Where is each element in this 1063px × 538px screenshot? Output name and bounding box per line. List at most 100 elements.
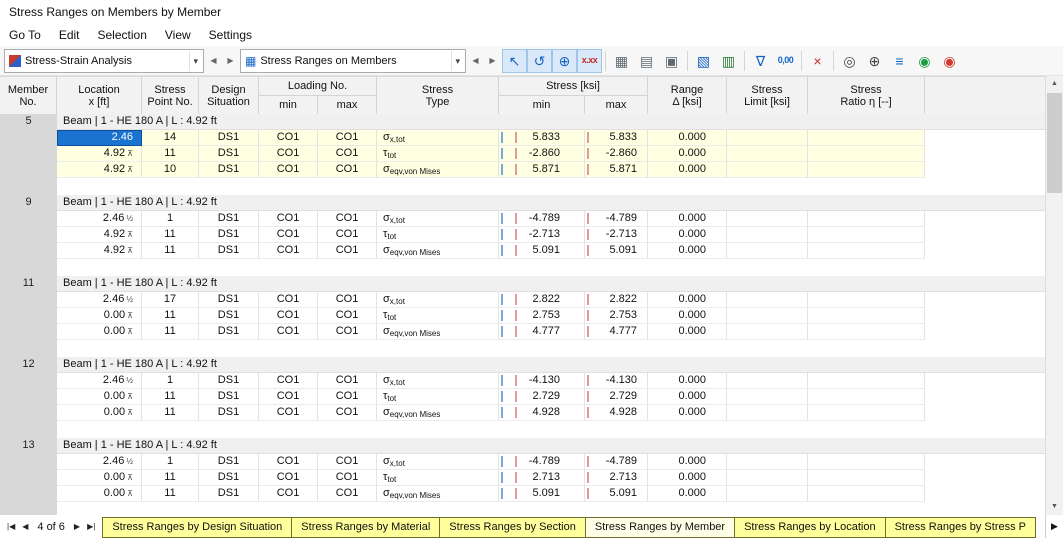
design-situation-cell[interactable]: DS1 xyxy=(199,243,259,259)
member-number-cell[interactable]: 13 xyxy=(0,438,57,454)
table-next-button[interactable]: ▶ xyxy=(485,50,500,72)
location-cell[interactable]: 0.00 ⊼ xyxy=(57,324,142,340)
stress-max-cell[interactable]: -2.860 xyxy=(585,146,648,162)
print-preview-button[interactable]: ▤ xyxy=(634,49,659,73)
loading-min-cell[interactable]: CO1 xyxy=(259,454,318,470)
stress-point-cell[interactable]: 11 xyxy=(142,146,199,162)
stress-point-cell[interactable]: 11 xyxy=(142,227,199,243)
loading-max-cell[interactable]: CO1 xyxy=(318,470,377,486)
menu-item-edit[interactable]: Edit xyxy=(50,24,89,46)
stress-ratio-cell[interactable] xyxy=(808,130,925,146)
loading-min-cell[interactable]: CO1 xyxy=(259,162,318,178)
range-cell[interactable]: 0.000 xyxy=(648,227,727,243)
stress-point-cell[interactable]: 14 xyxy=(142,130,199,146)
last-table-button[interactable]: ▶| xyxy=(84,517,98,537)
stress-type-cell[interactable]: σx,tot xyxy=(377,373,499,389)
stress-limit-cell[interactable] xyxy=(727,243,808,259)
range-cell[interactable]: 0.000 xyxy=(648,405,727,421)
design-situation-cell[interactable]: DS1 xyxy=(199,470,259,486)
loading-max-cell[interactable]: CO1 xyxy=(318,486,377,502)
loading-max-cell[interactable]: CO1 xyxy=(318,389,377,405)
range-cell[interactable]: 0.000 xyxy=(648,162,727,178)
stress-ratio-cell[interactable] xyxy=(808,308,925,324)
table-row[interactable]: 2.46 ½ 1 DS1 CO1 CO1 σx,tot -4.789 -4.789 0.000 xyxy=(0,454,1046,470)
member-number-cell[interactable]: 12 xyxy=(0,357,57,373)
location-cell[interactable]: 0.00 ⊼ xyxy=(57,389,142,405)
stress-limit-cell[interactable] xyxy=(727,373,808,389)
range-cell[interactable]: 0.000 xyxy=(648,324,727,340)
loading-max-cell[interactable]: CO1 xyxy=(318,162,377,178)
stress-limit-cell[interactable] xyxy=(727,162,808,178)
stress-max-cell[interactable]: 5.091 xyxy=(585,486,648,502)
scrollbar-thumb[interactable] xyxy=(1047,93,1062,193)
stress-type-cell[interactable]: σeqv,von Mises xyxy=(377,162,499,178)
stress-limit-cell[interactable] xyxy=(727,292,808,308)
range-cell[interactable]: 0.000 xyxy=(648,470,727,486)
stress-ratio-cell[interactable] xyxy=(808,243,925,259)
table-row[interactable]: 2.46 14 DS1 CO1 CO1 σx,tot 5.833 5.833 0.000 xyxy=(0,130,1046,146)
stress-min-cell[interactable]: 5.091 xyxy=(499,486,585,502)
table-row[interactable]: 0.00 ⊼ 11 DS1 CO1 CO1 σeqv,von Mises 4.777 4.777… xyxy=(0,324,1046,340)
range-cell[interactable]: 0.000 xyxy=(648,292,727,308)
range-cell[interactable]: 0.000 xyxy=(648,308,727,324)
design-situation-cell[interactable]: DS1 xyxy=(199,324,259,340)
stress-type-cell[interactable]: τtot xyxy=(377,308,499,324)
stress-limit-cell[interactable] xyxy=(727,130,808,146)
stress-ratio-cell[interactable] xyxy=(808,470,925,486)
range-cell[interactable]: 0.000 xyxy=(648,486,727,502)
vertical-scrollbar[interactable]: ▲ ▼ xyxy=(1045,76,1063,515)
range-cell[interactable]: 0.000 xyxy=(648,243,727,259)
design-situation-cell[interactable]: DS1 xyxy=(199,130,259,146)
table-grid-button[interactable]: ▦ xyxy=(609,49,634,73)
table-row[interactable]: 0.00 ⊼ 11 DS1 CO1 CO1 σeqv,von Mises 5.091 5.091… xyxy=(0,486,1046,502)
tab-stress-ranges-by-section[interactable]: Stress Ranges by Section xyxy=(439,517,586,538)
stress-type-cell[interactable]: σx,tot xyxy=(377,130,499,146)
stress-ratio-cell[interactable] xyxy=(808,162,925,178)
stress-type-cell[interactable]: σeqv,von Mises xyxy=(377,405,499,421)
stress-point-cell[interactable]: 11 xyxy=(142,389,199,405)
stress-min-cell[interactable]: 4.777 xyxy=(499,324,585,340)
member-number-cell[interactable]: 9 xyxy=(0,195,57,211)
scroll-up-icon[interactable]: ▲ xyxy=(1046,76,1063,92)
stress-ratio-cell[interactable] xyxy=(808,292,925,308)
loading-min-cell[interactable]: CO1 xyxy=(259,243,318,259)
stress-limit-cell[interactable] xyxy=(727,324,808,340)
stress-ratio-cell[interactable] xyxy=(808,389,925,405)
decimal-places-button[interactable]: 0,00 xyxy=(773,49,798,73)
stress-type-cell[interactable]: τtot xyxy=(377,470,499,486)
loading-min-cell[interactable]: CO1 xyxy=(259,373,318,389)
design-situation-cell[interactable]: DS1 xyxy=(199,389,259,405)
design-situation-cell[interactable]: DS1 xyxy=(199,373,259,389)
stress-min-cell[interactable]: 2.822 xyxy=(499,292,585,308)
stress-ratio-cell[interactable] xyxy=(808,405,925,421)
stress-point-cell[interactable]: 11 xyxy=(142,405,199,421)
stress-type-cell[interactable]: σeqv,von Mises xyxy=(377,324,499,340)
table-row[interactable]: 4.92 ⊼ 11 DS1 CO1 CO1 τtot -2.713 -2.713 0.000 xyxy=(0,227,1046,243)
table-row[interactable]: 4.92 ⊼ 10 DS1 CO1 CO1 σeqv,von Mises 5.871 5.871… xyxy=(0,162,1046,178)
filter-button[interactable]: ∇ xyxy=(748,49,773,73)
stress-point-cell[interactable]: 11 xyxy=(142,324,199,340)
range-cell[interactable]: 0.000 xyxy=(648,146,727,162)
loading-max-cell[interactable]: CO1 xyxy=(318,373,377,389)
design-situation-cell[interactable]: DS1 xyxy=(199,405,259,421)
stress-type-cell[interactable]: τtot xyxy=(377,389,499,405)
loading-min-cell[interactable]: CO1 xyxy=(259,389,318,405)
stress-max-cell[interactable]: 2.822 xyxy=(585,292,648,308)
stress-max-cell[interactable]: 4.928 xyxy=(585,405,648,421)
stress-type-cell[interactable]: τtot xyxy=(377,146,499,162)
excel-export-button[interactable]: ▧ xyxy=(691,49,716,73)
table-row[interactable]: 0.00 ⊼ 11 DS1 CO1 CO1 τtot 2.729 2.729 0.000 xyxy=(0,389,1046,405)
analysis-prev-button[interactable]: ◀ xyxy=(206,50,221,72)
stress-limit-cell[interactable] xyxy=(727,454,808,470)
loading-max-cell[interactable]: CO1 xyxy=(318,324,377,340)
group-header-row[interactable]: 12 Beam | 1 - HE 180 A | L : 4.92 ft xyxy=(0,357,1046,373)
loading-max-cell[interactable]: CO1 xyxy=(318,308,377,324)
stress-limit-cell[interactable] xyxy=(727,405,808,421)
loading-max-cell[interactable]: CO1 xyxy=(318,146,377,162)
tab-stress-ranges-by-stress-p[interactable]: Stress Ranges by Stress P xyxy=(884,517,1037,538)
design-situation-cell[interactable]: DS1 xyxy=(199,454,259,470)
loading-min-cell[interactable]: CO1 xyxy=(259,146,318,162)
printer-button[interactable]: ▣ xyxy=(659,49,684,73)
stress-point-cell[interactable]: 1 xyxy=(142,211,199,227)
stress-type-cell[interactable]: σx,tot xyxy=(377,211,499,227)
